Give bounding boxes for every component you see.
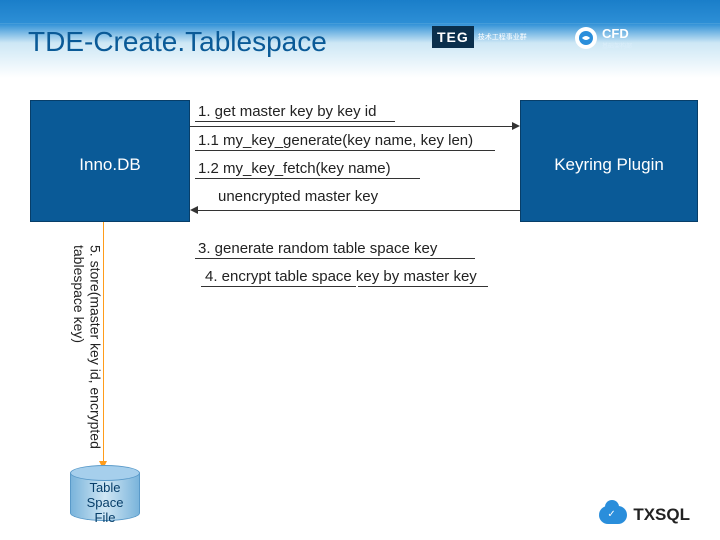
file-l1: Table: [89, 480, 120, 495]
cfd-logo-text: CFD: [602, 26, 632, 41]
arrow-2-head: [190, 206, 198, 214]
msg-2: unencrypted master key: [218, 188, 378, 205]
cfd-logo-sub: 基础架构部: [602, 41, 632, 50]
msg-4: 4. encrypt table space key by master key: [205, 268, 477, 285]
keyring-label: Keyring Plugin: [520, 155, 698, 175]
tablespace-file-label: Table Space File: [70, 481, 140, 526]
header-divider: [0, 23, 720, 24]
innodb-label: Inno.DB: [30, 155, 190, 175]
msg-1-2: 1.2 my_key_fetch(key name): [198, 160, 391, 177]
file-l3: File: [95, 510, 116, 525]
msg-3: 3. generate random table space key: [198, 240, 437, 257]
msg-1-2-underline: [195, 178, 420, 179]
footer-text: TXSQL: [633, 505, 690, 525]
arrow-2: [198, 210, 520, 211]
msg-5: 5. store(master key id, encrypted tables…: [70, 245, 104, 455]
slide-title: TDE-Create.Tablespace: [28, 26, 327, 58]
check-icon: ✓: [607, 509, 615, 520]
cylinder-top: [70, 465, 140, 481]
msg-1: 1. get master key by key id: [198, 103, 376, 120]
cfd-logo: CFD 基础架构部: [575, 26, 632, 50]
msg-1-underline: [195, 121, 395, 122]
arrow-1: [190, 126, 512, 127]
teg-logo-sub: 技术工程事业群: [478, 34, 527, 41]
msg-1-1: 1.1 my_key_generate(key name, key len): [198, 132, 473, 149]
tablespace-file: Table Space File: [70, 465, 140, 525]
msg-3-underline: [195, 258, 475, 259]
teg-logo: TEG 技术工程事业群: [432, 26, 527, 48]
arrow-1-head: [512, 122, 520, 130]
msg-4-underline: [201, 286, 356, 287]
file-l2: Space: [87, 495, 124, 510]
footer-logo: ✓ TXSQL: [599, 505, 690, 525]
msg-4-underline-2: [358, 286, 488, 287]
msg-1-1-underline: [195, 150, 495, 151]
cloud-icon: ✓: [599, 506, 627, 524]
cfd-icon: [575, 27, 597, 49]
teg-logo-text: TEG: [432, 26, 474, 48]
